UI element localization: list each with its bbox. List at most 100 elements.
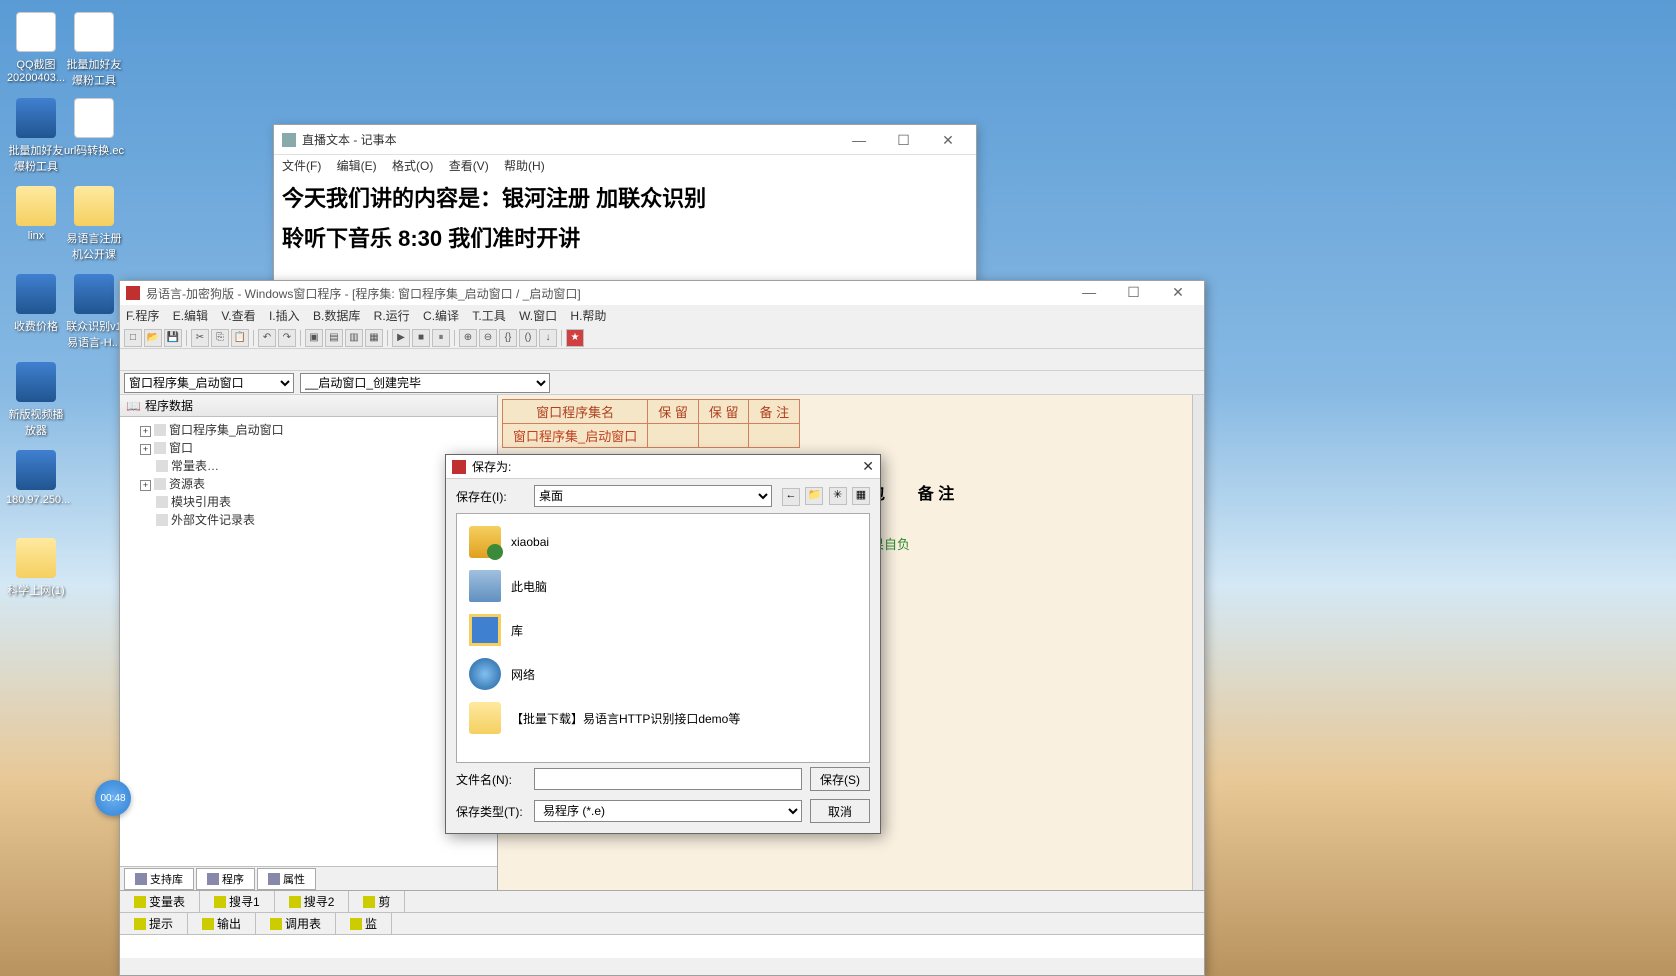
file-item[interactable]: 【批量下载】易语言HTTP识别接口demo等 bbox=[463, 696, 863, 740]
viewmode-icon[interactable]: ▦ bbox=[852, 487, 870, 505]
bottom-tab[interactable]: 监 bbox=[336, 913, 392, 934]
tool-stop-icon[interactable]: ■ bbox=[412, 329, 430, 347]
tool-paste-icon[interactable]: 📋 bbox=[231, 329, 249, 347]
file-item[interactable]: 网络 bbox=[463, 652, 863, 696]
tool-icon[interactable]: {} bbox=[499, 329, 517, 347]
desktop-icon[interactable]: 新版视频播放器 bbox=[6, 362, 66, 438]
tool-icon[interactable]: ▣ bbox=[305, 329, 323, 347]
desktop-icon[interactable]: url码转换.ec bbox=[64, 98, 124, 158]
filename-input[interactable] bbox=[534, 768, 802, 790]
maximize-button[interactable]: ☐ bbox=[884, 128, 924, 152]
bottom-tab[interactable]: 调用表 bbox=[256, 913, 336, 934]
tool-open-icon[interactable]: 📂 bbox=[144, 329, 162, 347]
menu-item[interactable]: F.程序 bbox=[126, 309, 159, 323]
tree[interactable]: +窗口程序集_启动窗口+窗口常量表…+资源表模块引用表外部文件记录表 bbox=[120, 417, 497, 533]
tool-icon[interactable]: ▦ bbox=[365, 329, 383, 347]
maximize-button[interactable]: ☐ bbox=[1114, 284, 1154, 301]
file-item[interactable]: 库 bbox=[463, 608, 863, 652]
menu-item[interactable]: T.工具 bbox=[472, 309, 505, 323]
tool-icon[interactable]: ⊖ bbox=[479, 329, 497, 347]
desktop-icon[interactable]: linx bbox=[6, 186, 66, 242]
bottom-tab[interactable]: 搜寻1 bbox=[200, 891, 275, 912]
tab-program[interactable]: 程序 bbox=[196, 868, 255, 890]
ide-titlebar[interactable]: 易语言-加密狗版 - Windows窗口程序 - [程序集: 窗口程序集_启动窗… bbox=[120, 281, 1204, 305]
combo-collection[interactable]: 窗口程序集_启动窗口 bbox=[124, 373, 294, 393]
combo-proc[interactable]: __启动窗口_创建完毕 bbox=[300, 373, 550, 393]
cell[interactable] bbox=[749, 424, 800, 448]
tree-node[interactable]: 外部文件记录表 bbox=[124, 511, 493, 529]
desktop-icon[interactable]: 收费价格 bbox=[6, 274, 66, 334]
tab-support-lib[interactable]: 支持库 bbox=[124, 868, 194, 890]
newfolder-icon[interactable]: ✳ bbox=[829, 487, 847, 505]
save-button[interactable]: 保存(S) bbox=[810, 767, 870, 791]
menu-edit[interactable]: 编辑(E) bbox=[337, 159, 377, 173]
bottom-tab[interactable]: 剪 bbox=[349, 891, 405, 912]
close-button[interactable]: ✕ bbox=[1158, 284, 1198, 301]
cancel-button[interactable]: 取消 bbox=[810, 799, 870, 823]
bottom-tab[interactable]: 搜寻2 bbox=[275, 891, 350, 912]
minimize-button[interactable]: — bbox=[1069, 284, 1109, 300]
menu-help[interactable]: 帮助(H) bbox=[504, 159, 545, 173]
close-button[interactable]: ✕ bbox=[928, 128, 968, 152]
file-list[interactable]: xiaobai此电脑库网络【批量下载】易语言HTTP识别接口demo等 bbox=[456, 513, 870, 763]
desktop-icon[interactable]: 易语言注册机公开课 bbox=[64, 186, 124, 262]
tree-node[interactable]: +资源表 bbox=[124, 475, 493, 493]
menu-file[interactable]: 文件(F) bbox=[282, 159, 321, 173]
tool-icon[interactable]: ▥ bbox=[345, 329, 363, 347]
file-item[interactable]: xiaobai bbox=[463, 520, 863, 564]
cell[interactable] bbox=[648, 424, 699, 448]
tool-redo-icon[interactable]: ↷ bbox=[278, 329, 296, 347]
saveas-titlebar[interactable]: 保存为: ✕ bbox=[446, 455, 880, 479]
menu-item[interactable]: H.帮助 bbox=[570, 309, 606, 323]
bottom-tab[interactable]: 变量表 bbox=[120, 891, 200, 912]
file-item[interactable]: 此电脑 bbox=[463, 564, 863, 608]
minimize-button[interactable]: — bbox=[839, 128, 879, 152]
expand-icon[interactable]: + bbox=[140, 426, 151, 437]
tool-icon[interactable]: ▤ bbox=[325, 329, 343, 347]
back-icon[interactable]: ← bbox=[782, 488, 800, 506]
desktop-icon[interactable]: QQ截图20200403... bbox=[6, 12, 66, 84]
menu-item[interactable]: E.编辑 bbox=[173, 309, 208, 323]
scrollbar[interactable] bbox=[1192, 395, 1204, 890]
notepad-content[interactable]: 今天我们讲的内容是：银河注册 加联众识别 聆听下音乐 8:30 我们准时开讲 bbox=[274, 177, 976, 265]
tool-icon[interactable]: ⏸ bbox=[432, 329, 450, 347]
menu-view[interactable]: 查看(V) bbox=[449, 159, 489, 173]
tool-save-icon[interactable]: 💾 bbox=[164, 329, 182, 347]
close-button[interactable]: ✕ bbox=[862, 458, 874, 475]
tool-icon[interactable]: ⊕ bbox=[459, 329, 477, 347]
cell[interactable]: 窗口程序集_启动窗口 bbox=[503, 424, 648, 448]
filetype-select[interactable]: 易程序 (*.e) bbox=[534, 800, 802, 822]
tool-icon[interactable]: ★ bbox=[566, 329, 584, 347]
tree-node[interactable]: +窗口 bbox=[124, 439, 493, 457]
tool-run-icon[interactable]: ▶ bbox=[392, 329, 410, 347]
menu-item[interactable]: I.插入 bbox=[269, 309, 300, 323]
tab-props[interactable]: 属性 bbox=[257, 868, 316, 890]
tree-node[interactable]: +窗口程序集_启动窗口 bbox=[124, 421, 493, 439]
bottom-tab[interactable]: 输出 bbox=[188, 913, 256, 934]
tool-undo-icon[interactable]: ↶ bbox=[258, 329, 276, 347]
tool-icon[interactable]: ↓ bbox=[539, 329, 557, 347]
expand-icon[interactable]: + bbox=[140, 444, 151, 455]
cell[interactable] bbox=[896, 506, 976, 524]
tool-cut-icon[interactable]: ✂ bbox=[191, 329, 209, 347]
desktop-icon[interactable]: 180.97.250... bbox=[6, 450, 66, 506]
tree-node[interactable]: 模块引用表 bbox=[124, 493, 493, 511]
cell[interactable] bbox=[698, 424, 749, 448]
expand-icon[interactable]: + bbox=[140, 480, 151, 491]
tree-node[interactable]: 常量表… bbox=[124, 457, 493, 475]
desktop-icon[interactable]: 联众识别v1易语言-H... bbox=[64, 274, 124, 350]
tool-new-icon[interactable]: □ bbox=[124, 329, 142, 347]
menu-item[interactable]: R.运行 bbox=[374, 309, 410, 323]
bottom-tab[interactable]: 提示 bbox=[120, 913, 188, 934]
desktop-icon[interactable]: 批量加好友爆粉工具 bbox=[6, 98, 66, 174]
savein-select[interactable]: 桌面 bbox=[534, 485, 772, 507]
desktop-icon[interactable]: 批量加好友爆粉工具 bbox=[64, 12, 124, 88]
up-icon[interactable]: 📁 bbox=[805, 487, 823, 505]
menu-item[interactable]: W.窗口 bbox=[519, 309, 557, 323]
notepad-titlebar[interactable]: 直播文本 - 记事本 — ☐ ✕ bbox=[274, 125, 976, 155]
tool-copy-icon[interactable]: ⎘ bbox=[211, 329, 229, 347]
menu-item[interactable]: C.编译 bbox=[423, 309, 459, 323]
menu-format[interactable]: 格式(O) bbox=[392, 159, 433, 173]
desktop-icon[interactable]: 科学上网(1) bbox=[6, 538, 66, 598]
menu-item[interactable]: B.数据库 bbox=[313, 309, 360, 323]
